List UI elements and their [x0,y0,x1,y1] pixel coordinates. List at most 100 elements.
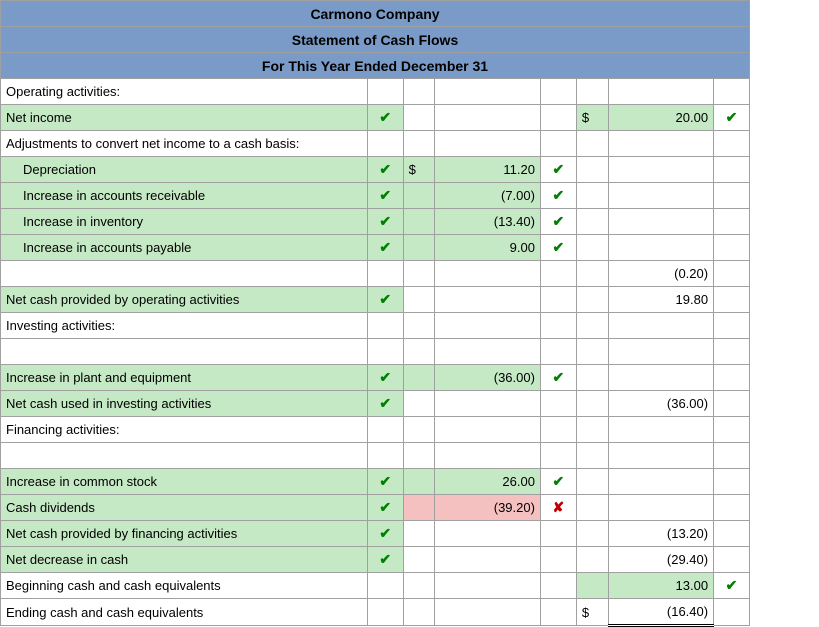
value-1 [435,79,541,105]
row-label [1,261,368,287]
value-2 [608,443,714,469]
currency-symbol-2 [576,521,608,547]
row-label: Depreciation [1,157,368,183]
check-icon: ✔ [379,213,391,229]
value-2 [608,183,714,209]
check-icon: ✔ [379,187,391,203]
value-1-mark: ✔ [540,209,576,235]
value-1-mark: ✔ [540,365,576,391]
value-2 [608,235,714,261]
value-2-mark [714,183,750,209]
label-mark [367,573,403,599]
check-icon: ✔ [379,239,391,255]
table-row: Beginning cash and cash equivalents13.00… [1,573,750,599]
row-label: Adjustments to convert net income to a c… [1,131,368,157]
value-1 [435,547,541,573]
currency-symbol-2 [576,287,608,313]
value-2-mark [714,157,750,183]
row-label: Ending cash and cash equivalents [1,599,368,626]
label-mark: ✔ [367,547,403,573]
value-1: (13.40) [435,209,541,235]
table-row: Cash dividends✔(39.20)✘ [1,495,750,521]
value-2 [608,365,714,391]
table-row: Increase in accounts payable✔9.00✔ [1,235,750,261]
check-icon: ✔ [379,291,391,307]
value-2 [608,313,714,339]
label-mark: ✔ [367,209,403,235]
value-1 [435,287,541,313]
table-row: Ending cash and cash equivalents$(16.40) [1,599,750,626]
table-row [1,443,750,469]
currency-symbol-1 [403,469,435,495]
currency-symbol-2 [576,157,608,183]
value-1-mark [540,521,576,547]
currency-symbol-1 [403,79,435,105]
label-mark [367,313,403,339]
check-icon: ✔ [379,109,391,125]
currency-symbol-2 [576,365,608,391]
value-1-mark [540,261,576,287]
row-label: Beginning cash and cash equivalents [1,573,368,599]
cross-icon: ✘ [553,499,565,515]
value-2 [608,209,714,235]
table-row: Net cash provided by financing activitie… [1,521,750,547]
check-icon: ✔ [553,239,565,255]
currency-symbol-1 [403,443,435,469]
value-1-mark [540,573,576,599]
row-label: Net cash provided by financing activitie… [1,521,368,547]
label-mark: ✔ [367,183,403,209]
value-2 [608,495,714,521]
table-row: Adjustments to convert net income to a c… [1,131,750,157]
value-1: (36.00) [435,365,541,391]
currency-symbol-2 [576,469,608,495]
label-mark [367,79,403,105]
value-2-mark [714,521,750,547]
currency-symbol-2: $ [576,599,608,626]
label-mark [367,261,403,287]
check-icon: ✔ [379,395,391,411]
value-2-mark [714,547,750,573]
value-2-mark [714,443,750,469]
row-label: Investing activities: [1,313,368,339]
row-label: Net decrease in cash [1,547,368,573]
value-2-mark [714,495,750,521]
currency-symbol-1 [403,313,435,339]
value-1-mark [540,599,576,626]
value-2: (13.20) [608,521,714,547]
currency-symbol-2 [576,209,608,235]
value-2: 19.80 [608,287,714,313]
cash-flow-statement: Carmono Company Statement of Cash Flows … [0,0,750,627]
currency-symbol-2 [576,573,608,599]
row-label: Increase in accounts receivable [1,183,368,209]
currency-symbol-1 [403,339,435,365]
value-1 [435,105,541,131]
label-mark [367,417,403,443]
value-2: (29.40) [608,547,714,573]
value-2 [608,131,714,157]
currency-symbol-1 [403,261,435,287]
check-icon: ✔ [379,499,391,515]
check-icon: ✔ [379,369,391,385]
row-label [1,339,368,365]
value-1-mark: ✔ [540,469,576,495]
check-icon: ✔ [553,187,565,203]
table-row: Increase in accounts receivable✔(7.00)✔ [1,183,750,209]
value-2-mark [714,131,750,157]
table-row: Financing activities: [1,417,750,443]
currency-symbol-1 [403,105,435,131]
value-2-mark [714,599,750,626]
currency-symbol-1 [403,287,435,313]
currency-symbol-2 [576,131,608,157]
currency-symbol-2 [576,495,608,521]
value-2-mark [714,391,750,417]
value-1-mark [540,339,576,365]
value-1 [435,573,541,599]
row-label: Net income [1,105,368,131]
value-1-mark [540,417,576,443]
value-2: 20.00 [608,105,714,131]
label-mark: ✔ [367,235,403,261]
period-header: For This Year Ended December 31 [1,53,750,79]
table-row: Depreciation✔$11.20✔ [1,157,750,183]
value-1-mark: ✔ [540,183,576,209]
label-mark: ✔ [367,495,403,521]
